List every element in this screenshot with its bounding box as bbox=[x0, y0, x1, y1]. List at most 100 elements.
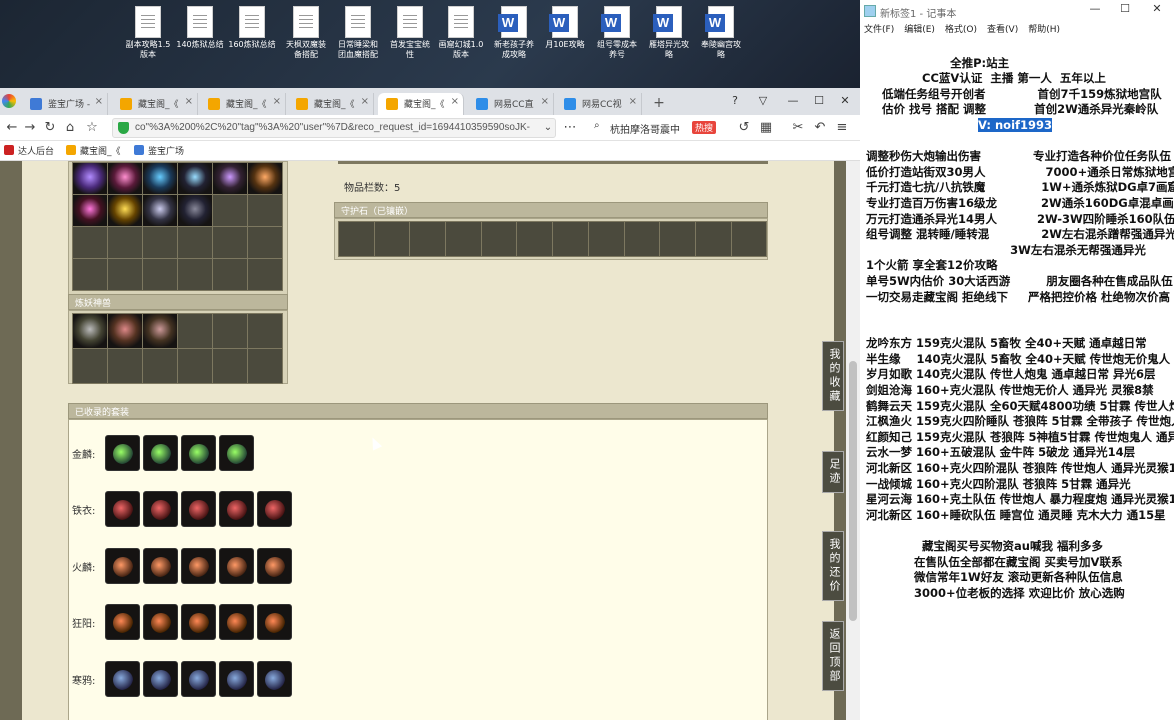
tab-close-icon[interactable]: × bbox=[361, 96, 369, 107]
notepad-menu-item[interactable]: 编辑(E) bbox=[904, 22, 935, 38]
inventory-empty-slot[interactable] bbox=[108, 259, 142, 290]
inventory-item-icon[interactable] bbox=[73, 163, 107, 194]
set-item-icon[interactable] bbox=[181, 491, 216, 527]
desktop-icon[interactable]: 副本攻略1.5 版本 bbox=[120, 6, 176, 60]
guardian-stone-empty-slot[interactable] bbox=[481, 222, 517, 256]
inventory-item-icon[interactable] bbox=[143, 163, 177, 194]
refresh-icon[interactable]: ↻ bbox=[42, 120, 58, 136]
notepad-maximize-button[interactable]: ☐ bbox=[1112, 2, 1138, 15]
notepad-menu-item[interactable]: 格式(O) bbox=[945, 22, 977, 38]
summon-empty-slot[interactable] bbox=[73, 349, 107, 383]
url-dropdown-icon[interactable]: ⌄ bbox=[540, 120, 556, 136]
notepad-menu-item[interactable]: 查看(V) bbox=[987, 22, 1018, 38]
set-item-icon[interactable] bbox=[105, 491, 140, 527]
browser-tab[interactable]: 藏宝阁_《 × bbox=[112, 93, 198, 115]
inventory-empty-slot[interactable] bbox=[213, 195, 247, 226]
minimize-button[interactable]: — bbox=[782, 92, 804, 110]
tab-close-icon[interactable]: × bbox=[541, 96, 549, 107]
browser-tab[interactable]: 藏宝阁_《 × bbox=[288, 93, 374, 115]
guardian-stone-empty-slot[interactable] bbox=[553, 222, 588, 256]
more-icon[interactable]: ⋯ bbox=[562, 120, 578, 136]
address-bar[interactable]: co"%3A%200%2C%20"tag"%3A%20"user"%7D&rec… bbox=[112, 118, 556, 138]
guardian-stone-empty-slot[interactable] bbox=[517, 222, 553, 256]
inventory-empty-slot[interactable] bbox=[143, 259, 177, 290]
tab-close-icon[interactable]: × bbox=[273, 96, 281, 107]
desktop-icon[interactable]: W 奉陵幽宫攻 略 bbox=[693, 6, 749, 60]
summon-empty-slot[interactable] bbox=[108, 349, 142, 383]
browser-tab[interactable]: 网易CC视 × bbox=[556, 93, 642, 115]
tab-close-icon[interactable]: × bbox=[95, 96, 103, 107]
guardian-stone-empty-slot[interactable] bbox=[731, 222, 767, 256]
desktop-icon[interactable]: 天枫双魔装 备搭配 bbox=[278, 6, 334, 60]
summon-empty-slot[interactable] bbox=[178, 314, 212, 348]
back-icon[interactable]: ← bbox=[4, 120, 20, 136]
inventory-item-icon[interactable] bbox=[108, 163, 142, 194]
notepad-minimize-button[interactable]: — bbox=[1082, 2, 1108, 15]
bookmark-item[interactable]: 达人后台 bbox=[4, 144, 54, 157]
desktop-icon[interactable]: 140炼狱总结 bbox=[172, 6, 228, 50]
desktop-icon[interactable]: W 月10E攻略 bbox=[537, 6, 593, 50]
guardian-stone-empty-slot[interactable] bbox=[695, 222, 731, 256]
set-item-icon[interactable] bbox=[219, 548, 254, 584]
browser-tab[interactable]: 网易CC直 × bbox=[468, 93, 554, 115]
set-item-icon[interactable] bbox=[143, 491, 178, 527]
inventory-empty-slot[interactable] bbox=[178, 227, 212, 258]
summon-empty-slot[interactable] bbox=[248, 349, 282, 383]
inventory-empty-slot[interactable] bbox=[73, 259, 107, 290]
desktop-icon[interactable]: W 雁塔异光攻 略 bbox=[641, 6, 697, 60]
summon-empty-slot[interactable] bbox=[178, 349, 212, 383]
tab-close-icon[interactable]: × bbox=[185, 96, 193, 107]
star-icon[interactable]: ☆ bbox=[84, 120, 100, 136]
set-item-icon[interactable] bbox=[143, 435, 178, 471]
home-icon[interactable]: ⌂ bbox=[62, 120, 78, 136]
desktop-icon[interactable]: 画窟幻城1.0 版本 bbox=[433, 6, 489, 60]
set-item-icon[interactable] bbox=[181, 604, 216, 640]
set-item-icon[interactable] bbox=[257, 491, 292, 527]
cut-icon[interactable]: ✂ bbox=[790, 120, 806, 136]
tab-close-icon[interactable]: × bbox=[629, 96, 637, 107]
inventory-empty-slot[interactable] bbox=[213, 227, 247, 258]
scrollbar-thumb[interactable] bbox=[849, 361, 857, 621]
side-button[interactable]: 返回顶部 bbox=[822, 621, 844, 691]
set-item-icon[interactable] bbox=[219, 491, 254, 527]
guardian-stone-empty-slot[interactable] bbox=[374, 222, 410, 256]
inventory-item-icon[interactable] bbox=[73, 195, 107, 226]
inventory-item-icon[interactable] bbox=[178, 163, 212, 194]
tab-close-icon[interactable]: × bbox=[451, 96, 459, 107]
set-item-icon[interactable] bbox=[105, 604, 140, 640]
inventory-item-icon[interactable] bbox=[178, 195, 212, 226]
desktop-icon[interactable]: 首发宝宝统 性 bbox=[382, 6, 438, 60]
maximize-button[interactable]: ☐ bbox=[808, 92, 830, 110]
desktop-icon[interactable]: W 新老孩子养 成攻略 bbox=[486, 6, 542, 60]
notepad-close-button[interactable]: ✕ bbox=[1144, 2, 1170, 15]
browser-tab[interactable]: 鉴宝广场 - × bbox=[22, 93, 108, 115]
set-item-icon[interactable] bbox=[257, 548, 292, 584]
side-button[interactable]: 我的收藏 bbox=[822, 341, 844, 411]
inventory-item-icon[interactable] bbox=[143, 195, 177, 226]
side-button[interactable]: 我的还价 bbox=[822, 531, 844, 601]
set-item-icon[interactable] bbox=[219, 661, 254, 697]
set-item-icon[interactable] bbox=[143, 661, 178, 697]
summon-item-icon[interactable] bbox=[108, 314, 142, 348]
inventory-empty-slot[interactable] bbox=[213, 259, 247, 290]
summon-item-icon[interactable] bbox=[73, 314, 107, 348]
set-item-icon[interactable] bbox=[105, 548, 140, 584]
set-item-icon[interactable] bbox=[181, 661, 216, 697]
set-item-icon[interactable] bbox=[105, 435, 140, 471]
set-item-icon[interactable] bbox=[181, 548, 216, 584]
page-scrollbar[interactable] bbox=[846, 161, 860, 720]
menu-icon[interactable]: ≡ bbox=[834, 120, 850, 136]
close-window-button[interactable]: ✕ bbox=[834, 92, 856, 110]
bookmark-item[interactable]: 藏宝阁_《 bbox=[66, 144, 121, 157]
forward-icon[interactable]: → bbox=[22, 120, 38, 136]
guardian-stone-empty-slot[interactable] bbox=[624, 222, 660, 256]
bookmark-item[interactable]: 鉴宝广场 bbox=[134, 144, 184, 157]
guardian-stone-empty-slot[interactable] bbox=[339, 222, 374, 256]
undo-icon[interactable]: ↶ bbox=[812, 120, 828, 136]
summon-empty-slot[interactable] bbox=[213, 314, 247, 348]
desktop-icon[interactable]: W 组号零成本 养号 bbox=[589, 6, 645, 60]
browser-tab[interactable]: 藏宝阁_《 × bbox=[200, 93, 286, 115]
inventory-item-icon[interactable] bbox=[108, 195, 142, 226]
inventory-empty-slot[interactable] bbox=[248, 259, 282, 290]
summon-empty-slot[interactable] bbox=[143, 349, 177, 383]
